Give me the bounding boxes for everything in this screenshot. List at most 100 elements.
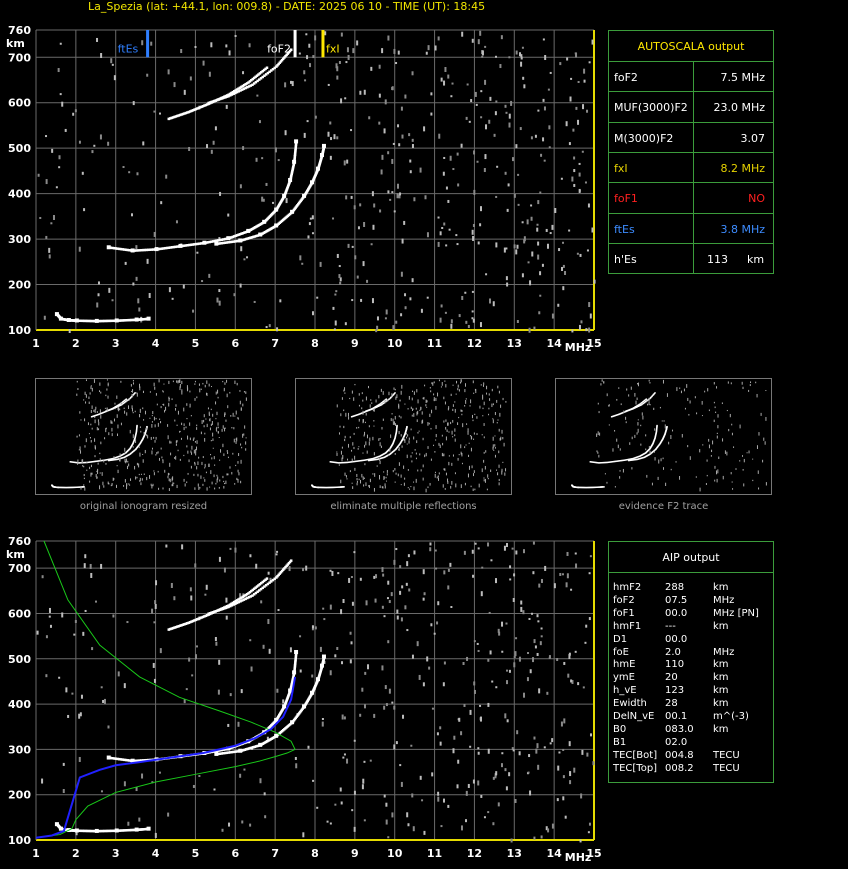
noise-dot xyxy=(492,822,495,826)
noise-dot xyxy=(248,43,251,48)
noise-dot xyxy=(418,674,421,680)
noise-dot xyxy=(329,604,332,610)
noise-dot xyxy=(388,600,391,604)
thumb-noise xyxy=(749,384,751,387)
noise-dot xyxy=(308,43,311,48)
noise-dot xyxy=(400,271,403,277)
noise-dot xyxy=(440,825,443,828)
noise-dot xyxy=(449,155,452,161)
thumb-noise xyxy=(90,472,92,477)
noise-dot xyxy=(336,75,339,80)
thumb-noise xyxy=(102,481,104,486)
thumb-noise xyxy=(395,396,397,400)
thumb-noise xyxy=(433,397,435,402)
thumb-noise xyxy=(441,434,443,437)
thumb-noise xyxy=(237,478,239,483)
trace-point xyxy=(274,223,279,228)
thumb-noise xyxy=(99,452,101,455)
noise-dot xyxy=(375,329,378,333)
noise-dot xyxy=(528,327,531,333)
noise-dot xyxy=(219,191,222,196)
noise-dot xyxy=(314,35,317,41)
thumb-noise xyxy=(134,410,136,413)
thumb-noise xyxy=(347,458,349,461)
thumb-noise xyxy=(676,387,678,392)
thumb-noise xyxy=(408,440,410,444)
noise-dot xyxy=(384,685,387,690)
noise-dot xyxy=(249,639,252,642)
noise-dot xyxy=(589,733,592,737)
trace-point xyxy=(258,232,263,237)
thumb-noise xyxy=(90,386,92,390)
thumb-noise xyxy=(637,419,639,421)
thumb-noise xyxy=(99,485,101,490)
noise-dot xyxy=(73,633,76,636)
noise-dot xyxy=(205,584,208,590)
thumb-noise xyxy=(758,487,760,490)
noise-dot xyxy=(343,160,346,166)
thumb-noise xyxy=(750,381,752,384)
thumb-noise xyxy=(476,433,478,436)
thumb-noise xyxy=(215,401,217,405)
noise-dot xyxy=(343,716,346,720)
noise-dot xyxy=(153,678,156,683)
thumb-noise xyxy=(498,390,500,394)
noise-dot xyxy=(411,144,414,149)
noise-dot xyxy=(561,266,564,271)
noise-dot xyxy=(520,61,523,67)
thumb-noise xyxy=(149,391,151,393)
thumb-noise xyxy=(616,398,618,401)
noise-dot xyxy=(472,235,475,241)
thumb-noise xyxy=(85,401,87,404)
noise-dot xyxy=(361,687,364,692)
noise-dot xyxy=(234,34,237,37)
thumb-noise xyxy=(391,393,393,397)
noise-dot xyxy=(385,819,388,825)
thumb-noise xyxy=(408,437,410,440)
thumb-noise xyxy=(672,429,674,432)
noise-dot xyxy=(311,232,314,235)
thumb-noise xyxy=(98,428,100,431)
thumb-noise xyxy=(426,406,428,408)
thumb-noise xyxy=(216,478,218,483)
thumb-noise xyxy=(345,475,347,478)
thumb-noise xyxy=(442,454,444,457)
thumb-noise xyxy=(619,476,621,479)
thumb-noise xyxy=(413,481,415,483)
thumb-noise xyxy=(155,436,157,440)
noise-dot xyxy=(566,57,569,61)
thumb-noise xyxy=(362,476,364,480)
thumb-noise xyxy=(380,445,382,448)
noise-dot xyxy=(321,721,324,727)
noise-dot xyxy=(146,73,149,77)
aip-value: 288 xyxy=(665,582,685,593)
noise-dot xyxy=(341,661,344,665)
trace-point xyxy=(214,751,219,756)
thumb-noise xyxy=(204,384,206,388)
thumb-noise xyxy=(338,464,340,466)
thumb-noise xyxy=(86,461,88,464)
thumb-noise xyxy=(714,465,716,469)
noise-dot xyxy=(227,723,230,727)
noise-dot xyxy=(439,726,442,730)
autoscala-label: fxI xyxy=(614,161,628,175)
thumb-noise xyxy=(176,424,178,426)
noise-dot xyxy=(513,573,516,577)
aip-label: B1 xyxy=(613,736,627,748)
thumb-noise xyxy=(458,416,460,419)
noise-dot xyxy=(188,146,191,151)
noise-dot xyxy=(506,680,509,685)
noise-dot xyxy=(492,301,495,307)
noise-dot xyxy=(62,762,65,766)
thumb-noise xyxy=(472,419,474,422)
noise-dot xyxy=(476,642,479,645)
thumb-noise xyxy=(91,387,93,392)
noise-dot xyxy=(585,328,588,332)
noise-dot xyxy=(586,109,589,113)
thumb-noise xyxy=(451,480,453,485)
thumb-noise xyxy=(716,435,718,439)
thumb-noise xyxy=(415,478,417,483)
noise-dot xyxy=(456,784,459,789)
thumb-noise xyxy=(117,424,119,429)
thumb-noise xyxy=(492,419,494,424)
